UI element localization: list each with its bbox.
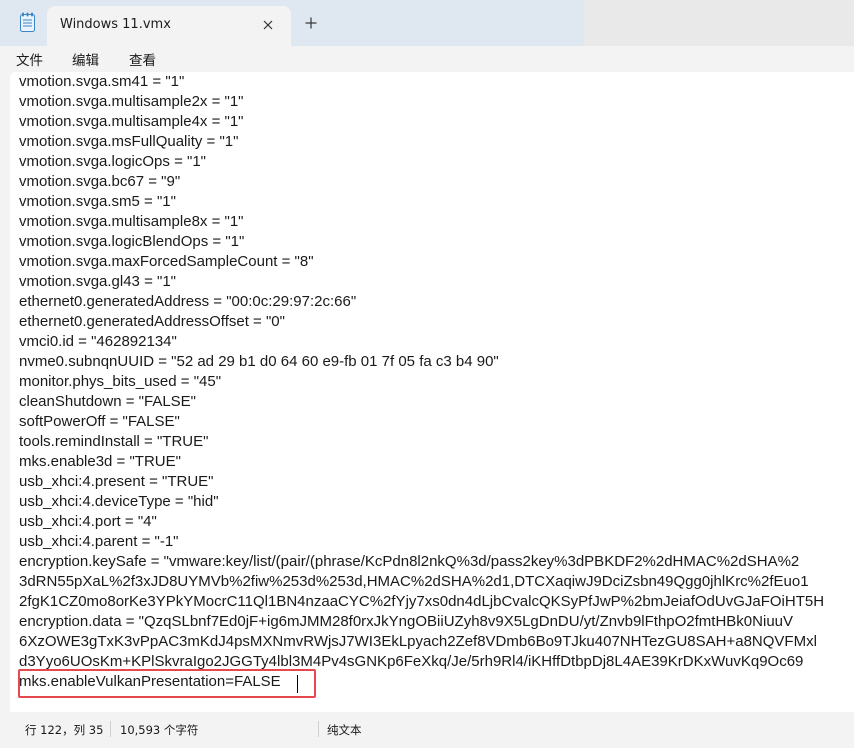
status-bar: 行 122，列 35 10,593 个字符 纯文本 <box>0 712 854 748</box>
text-line: vmotion.svga.logicBlendOps = "1" <box>19 233 245 250</box>
menu-edit[interactable]: 编辑 <box>72 47 99 71</box>
title-bar: Windows 11.vmx <box>0 0 854 46</box>
highlight-annotation-box <box>18 669 316 698</box>
text-line: 3dRN55pXaL%2f3xJD8UYMVb%2fiw%253d%253d,H… <box>19 573 809 590</box>
text-line: ethernet0.generatedAddressOffset = "0" <box>19 313 285 330</box>
text-line: vmotion.svga.bc67 = "9" <box>19 173 181 190</box>
text-line: ethernet0.generatedAddress = "00:0c:29:9… <box>19 293 357 310</box>
text-line: usb_xhci:4.present = "TRUE" <box>19 473 214 490</box>
menu-view[interactable]: 查看 <box>129 47 156 71</box>
text-line: softPowerOff = "FALSE" <box>19 413 180 430</box>
text-line: monitor.phys_bits_used = "45" <box>19 373 222 390</box>
text-line: usb_xhci:4.deviceType = "hid" <box>19 493 219 510</box>
text-line: vmotion.svga.multisample4x = "1" <box>19 113 244 130</box>
cursor-position[interactable]: 行 122，列 35 <box>25 722 103 738</box>
text-line: cleanShutdown = "FALSE" <box>19 393 197 410</box>
text-caret <box>297 675 298 693</box>
text-line: encryption.keySafe = "vmware:key/list/(p… <box>19 553 800 570</box>
close-tab-button[interactable] <box>257 14 279 36</box>
text-line: vmotion.svga.multisample2x = "1" <box>19 93 244 110</box>
plus-icon <box>305 17 317 29</box>
text-line: 6XzOWE3gTxK3vPpAC3mKdJ4psMXNmvRWjsJ7WI3E… <box>19 633 817 650</box>
text-line: vmci0.id = "462892134" <box>19 333 177 350</box>
new-tab-button[interactable] <box>300 12 322 34</box>
document-tab[interactable]: Windows 11.vmx <box>47 6 291 46</box>
text-line: 2fgK1CZ0mo8orKe3YPkYMocrC11Ql1BN4nzaaCYC… <box>19 593 825 610</box>
text-line: vmotion.svga.maxForcedSampleCount = "8" <box>19 253 314 270</box>
character-count: 10,593 个字符 <box>120 723 199 737</box>
file-type[interactable]: 纯文本 <box>327 722 362 738</box>
text-line: vmotion.svga.multisample8x = "1" <box>19 213 244 230</box>
tab-title: Windows 11.vmx <box>60 17 171 32</box>
text-line: vmotion.svga.gl43 = "1" <box>19 273 176 290</box>
title-bar-empty-area <box>584 0 854 46</box>
text-line: nvme0.subnqnUUID = "52 ad 29 b1 d0 64 60… <box>19 353 499 370</box>
editor-lines: vmotion.svga.sm41 = "1" vmotion.svga.mult… <box>19 72 824 692</box>
text-line: vmotion.svga.sm5 = "1" <box>19 193 176 210</box>
status-divider <box>110 721 111 737</box>
text-editor[interactable]: vmotion.svga.sm41 = "1" vmotion.svga.mult… <box>10 72 854 712</box>
status-divider <box>318 721 319 737</box>
menu-bar: 文件 编辑 查看 <box>0 46 854 72</box>
text-line: usb_xhci:4.port = "4" <box>19 513 157 530</box>
text-line: usb_xhci:4.parent = "-1" <box>19 533 179 550</box>
text-line: tools.remindInstall = "TRUE" <box>19 433 209 450</box>
notepad-icon <box>20 12 35 32</box>
close-icon <box>263 20 273 30</box>
menu-file[interactable]: 文件 <box>16 47 43 71</box>
text-line: encryption.data = "QzqSLbnf7Ed0jF+ig6mJM… <box>19 613 794 630</box>
text-line: mks.enable3d = "TRUE" <box>19 453 181 470</box>
text-line: vmotion.svga.sm41 = "1" <box>19 73 185 90</box>
text-line: vmotion.svga.logicOps = "1" <box>19 153 206 170</box>
text-line: vmotion.svga.msFullQuality = "1" <box>19 133 239 150</box>
